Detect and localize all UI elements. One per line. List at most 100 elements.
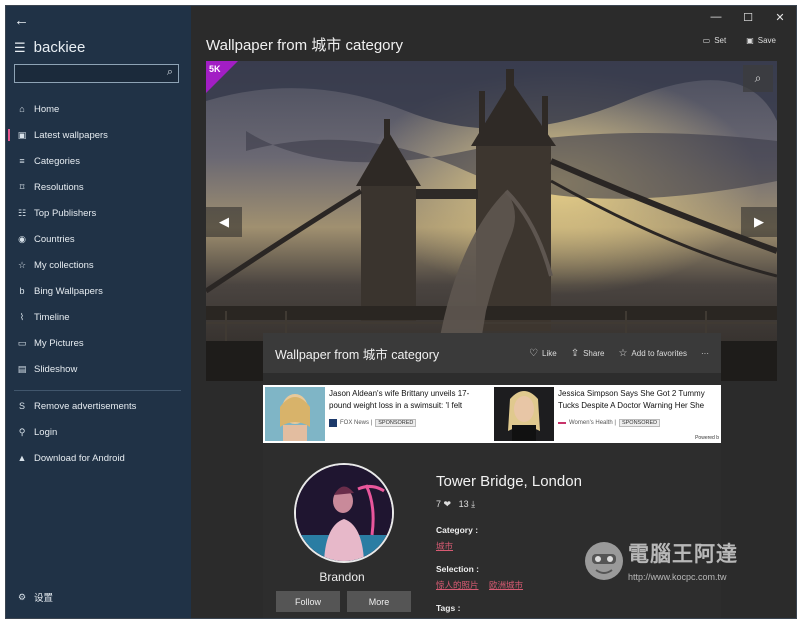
slideshow-icon: ▤ xyxy=(17,363,27,374)
search-icon[interactable]: ⌕ xyxy=(167,66,173,79)
brand: ☰ backiee xyxy=(14,39,85,56)
zoom-button[interactable]: ⌕ xyxy=(743,65,773,92)
ad-source: FOX News | SPONSORED xyxy=(329,419,417,427)
chevron-right-icon: ▶ xyxy=(754,214,764,229)
gear-icon: ⚙ xyxy=(17,591,27,602)
sidebar-item-settings[interactable]: ⚙ 设置 xyxy=(6,584,53,610)
heart-icon: ♡ xyxy=(529,347,538,359)
back-arrow-icon[interactable]: ← xyxy=(14,12,29,29)
sidebar-item-latest-wallpapers[interactable]: ▣ Latest wallpapers xyxy=(6,122,191,148)
star-icon: ☆ xyxy=(618,347,628,359)
maximize-icon[interactable]: ☐ xyxy=(732,6,764,28)
sidebar-item-remove-advertisements[interactable]: S Remove advertisements xyxy=(6,393,191,419)
remove-ads-icon: S xyxy=(18,401,25,411)
sidebar-item-label: Remove advertisements xyxy=(34,400,137,412)
sidebar-item-label: Download for Android xyxy=(34,452,125,464)
globe-icon: ◉ xyxy=(18,233,26,244)
settings-label: 设置 xyxy=(34,593,54,604)
ad-headline: Jessica Simpson Says She Got 2 Tummy Tuc… xyxy=(558,389,705,410)
ad-item[interactable]: Jessica Simpson Says She Got 2 Tummy Tuc… xyxy=(492,385,721,443)
category-label: Category : xyxy=(436,525,479,535)
search-input[interactable]: ⌕ xyxy=(14,64,179,83)
sidebar-item-label: Top Publishers xyxy=(34,207,97,219)
category-link[interactable]: 城市 xyxy=(436,540,453,552)
sidebar-item-label: Bing Wallpapers xyxy=(34,285,103,297)
publishers-icon: ☷ xyxy=(17,207,27,218)
sidebar-item-slideshow[interactable]: ▤ Slideshow xyxy=(6,356,191,382)
user-icon: ⚲ xyxy=(18,426,26,437)
previous-button[interactable]: ◀ xyxy=(206,207,242,237)
minimize-icon[interactable]: — xyxy=(700,6,732,28)
wallpaper-title: Tower Bridge, London xyxy=(436,473,582,490)
avatar-image xyxy=(296,465,392,561)
add-to-favorites-button[interactable]: ☆ Add to favorites xyxy=(618,348,687,359)
ad-source: Women's Health | SPONSORED xyxy=(558,419,661,427)
ad-item[interactable]: Jason Aldean's wife Brittany unveils 17-… xyxy=(263,385,492,443)
main-area: — ☐ ✕ Wallpaper from 城市 category ▭ Set ▣ S… xyxy=(191,6,796,618)
selection-link[interactable]: 欧洲城市 xyxy=(489,579,523,591)
sidebar-item-my-pictures[interactable]: ▭ My Pictures xyxy=(6,330,191,356)
download-icon: ⤓ xyxy=(471,499,476,509)
ad-headline: Jason Aldean's wife Brittany unveils 17-… xyxy=(329,389,470,410)
next-button[interactable]: ▶ xyxy=(741,207,777,237)
sidebar-item-my-collections[interactable]: ☆ My collections xyxy=(6,252,191,278)
watermark-mascot-icon xyxy=(585,542,623,580)
resolution-badge-label: 5K xyxy=(209,64,221,74)
panel-header: Wallpaper from 城市 category ♡ Like ⇪ Share … xyxy=(263,333,721,373)
sidebar-item-bing-wallpapers[interactable]: b Bing Wallpapers xyxy=(6,278,191,304)
ad-thumbnail xyxy=(265,387,325,441)
sidebar-item-countries[interactable]: ◉ Countries xyxy=(6,226,191,252)
sidebar-item-label: Home xyxy=(34,103,60,115)
more-options-button[interactable]: ··· xyxy=(701,349,709,358)
panel-actions: ♡ Like ⇪ Share ☆ Add to favorites ··· xyxy=(529,348,709,359)
share-button[interactable]: ⇪ Share xyxy=(571,348,605,359)
close-icon[interactable]: ✕ xyxy=(764,6,796,28)
sidebar-item-label: My Pictures xyxy=(34,337,84,349)
powered-by: Powered b xyxy=(695,435,719,441)
save-button[interactable]: ▣ Save xyxy=(746,36,776,45)
sidebar-item-resolutions[interactable]: ⌑ Resolutions xyxy=(6,174,191,200)
like-button[interactable]: ♡ Like xyxy=(529,348,557,359)
magnifier-icon: ⌕ xyxy=(754,71,762,85)
more-button[interactable]: More xyxy=(347,591,411,612)
sidebar-item-top-publishers[interactable]: ☷ Top Publishers xyxy=(6,200,191,226)
sidebar-item-timeline[interactable]: ⌇ Timeline xyxy=(6,304,191,330)
resolution-icon: ⌑ xyxy=(19,181,25,192)
share-label: Share xyxy=(583,348,605,358)
heart-filled-icon: ❤ xyxy=(443,499,452,509)
home-icon: ⌂ xyxy=(19,104,25,114)
list-icon: ≡ xyxy=(19,156,25,166)
save-label: Save xyxy=(757,36,776,45)
sponsored-badge: SPONSORED xyxy=(375,419,417,427)
chevron-left-icon: ◀ xyxy=(219,214,229,229)
selection-link[interactable]: 惊人的照片 xyxy=(436,579,479,591)
ad-banner[interactable]: Jason Aldean's wife Brittany unveils 17-… xyxy=(263,385,721,443)
sidebar-item-label: Resolutions xyxy=(34,181,84,193)
bing-icon: b xyxy=(19,286,25,296)
sidebar-divider xyxy=(14,390,181,391)
timeline-icon: ⌇ xyxy=(19,311,25,322)
sidebar-item-label: Latest wallpapers xyxy=(34,129,108,141)
ad-thumbnail xyxy=(494,387,554,441)
sidebar-item-label: Categories xyxy=(34,155,80,167)
sidebar-nav: ⌂ Home ▣ Latest wallpapers ≡ Categories ⌑ Resol… xyxy=(6,96,191,382)
sidebar-extra-nav: S Remove advertisements ⚲ Login ▲ Download fo… xyxy=(6,393,191,471)
womens-health-logo-icon xyxy=(558,422,566,424)
toolbar: ▭ Set ▣ Save xyxy=(703,36,776,45)
sidebar-item-categories[interactable]: ≡ Categories xyxy=(6,148,191,174)
watermark-text: 電腦王阿達 xyxy=(628,543,738,566)
publisher-name[interactable]: Brandon xyxy=(283,570,401,584)
set-button[interactable]: ▭ Set xyxy=(703,36,727,45)
sidebar-item-home[interactable]: ⌂ Home xyxy=(6,96,191,122)
publisher-avatar[interactable] xyxy=(294,463,394,563)
sidebar-item-label: My collections xyxy=(34,259,94,271)
save-icon: ▣ xyxy=(746,36,754,45)
watermark-url: http://www.kocpc.com.tw xyxy=(628,572,727,582)
set-label: Set xyxy=(714,36,727,45)
hamburger-menu-icon[interactable]: ☰ xyxy=(14,40,26,56)
sidebar-item-download-for-android[interactable]: ▲ Download for Android xyxy=(6,445,191,471)
sidebar-item-login[interactable]: ⚲ Login xyxy=(6,419,191,445)
app-window: ← ☰ backiee ⌕ ⌂ Home ▣ Latest wallpapers ≡ Ca… xyxy=(5,5,797,619)
watermark: 電腦王阿達 http://www.kocpc.com.tw xyxy=(583,536,783,596)
follow-button[interactable]: Follow xyxy=(276,591,340,612)
